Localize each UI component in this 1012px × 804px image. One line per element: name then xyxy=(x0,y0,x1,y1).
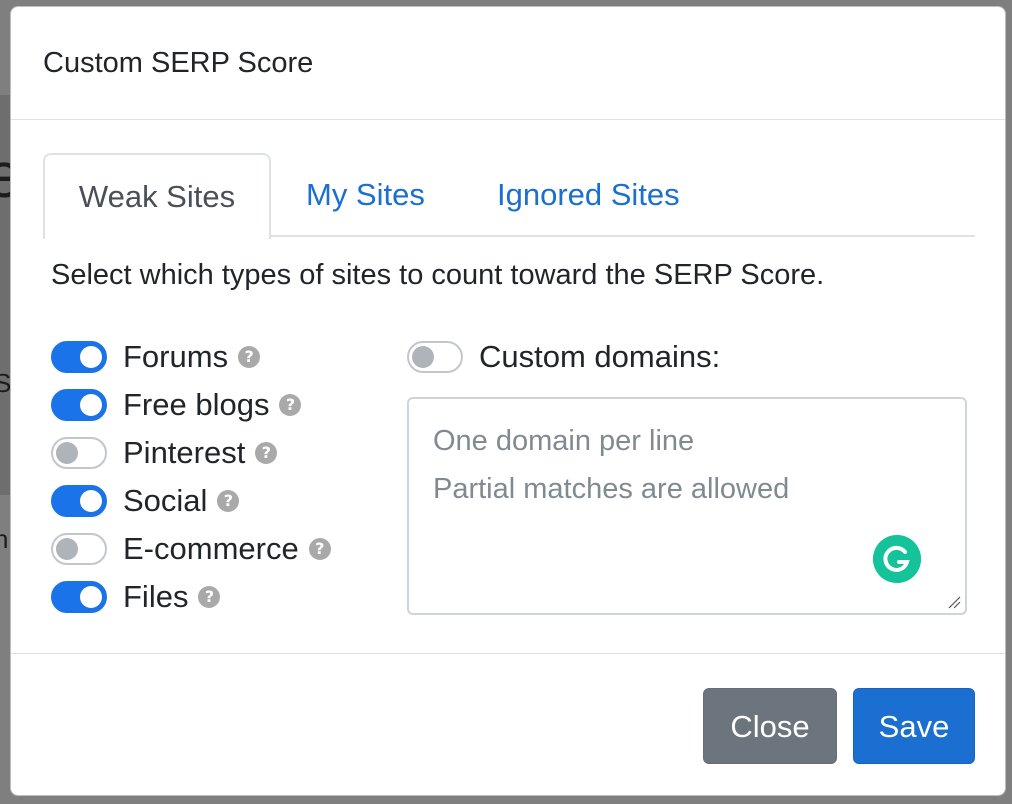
free-blogs-label: Free blogs xyxy=(123,387,270,422)
grammarly-icon[interactable] xyxy=(873,535,921,583)
toggle-knob xyxy=(80,346,102,368)
toggle-knob xyxy=(80,490,102,512)
forums-label: Forums xyxy=(123,339,229,374)
tab-ignored-sites[interactable]: Ignored Sites xyxy=(497,153,680,237)
toggle-knob xyxy=(56,442,78,464)
toggle-knob xyxy=(412,346,434,368)
e-commerce-label: E-commerce xyxy=(123,531,299,566)
toggle-knob xyxy=(56,538,78,560)
switch-row-social: Social ? xyxy=(51,481,240,521)
save-button[interactable]: Save xyxy=(853,688,975,764)
modal-title: Custom SERP Score xyxy=(43,47,314,79)
toggle-knob xyxy=(80,586,102,608)
question-circle-icon[interactable]: ? xyxy=(198,586,221,608)
social-label: Social xyxy=(123,483,208,518)
grammarly-g-icon xyxy=(873,535,921,583)
pinterest-label: Pinterest xyxy=(123,435,246,470)
switch-row-files: Files ? xyxy=(51,577,221,617)
tab-description: Select which types of sites to count tow… xyxy=(51,259,825,291)
switch-row-custom-domains: Custom domains: xyxy=(407,337,720,377)
tab-weak-sites[interactable]: Weak Sites xyxy=(43,153,271,239)
tab-bar: Weak Sites My Sites Ignored Sites xyxy=(43,153,975,239)
tab-my-sites[interactable]: My Sites xyxy=(306,153,425,237)
forums-toggle[interactable] xyxy=(51,341,107,373)
pinterest-toggle[interactable] xyxy=(51,437,107,469)
e-commerce-toggle[interactable] xyxy=(51,533,107,565)
question-circle-icon[interactable]: ? xyxy=(279,394,302,416)
switch-row-forums: Forums ? xyxy=(51,337,261,377)
question-circle-icon[interactable]: ? xyxy=(255,442,278,464)
social-toggle[interactable] xyxy=(51,485,107,517)
switch-row-e-commerce: E-commerce ? xyxy=(51,529,331,569)
custom-domains-textarea[interactable]: One domain per line Partial matches are … xyxy=(407,397,967,615)
switch-row-free-blogs: Free blogs ? xyxy=(51,385,302,425)
close-button[interactable]: Close xyxy=(703,688,837,764)
question-circle-icon[interactable]: ? xyxy=(217,490,240,512)
modal-footer: Close Save xyxy=(11,653,1005,795)
textarea-placeholder-line: Partial matches are allowed xyxy=(433,473,790,505)
custom-serp-score-modal: Custom SERP Score Weak Sites My Sites Ig… xyxy=(10,6,1006,796)
resize-handle-icon[interactable] xyxy=(947,595,961,609)
textarea-placeholder-line: One domain per line xyxy=(433,425,695,457)
question-circle-icon[interactable]: ? xyxy=(238,346,261,368)
switch-row-pinterest: Pinterest ? xyxy=(51,433,278,473)
files-toggle[interactable] xyxy=(51,581,107,613)
files-label: Files xyxy=(123,579,189,614)
modal-header: Custom SERP Score xyxy=(11,7,1005,120)
free-blogs-toggle[interactable] xyxy=(51,389,107,421)
custom-domains-toggle[interactable] xyxy=(407,341,463,373)
custom-domains-label: Custom domains: xyxy=(479,339,721,374)
backdrop-glyph: n xyxy=(0,524,9,554)
question-circle-icon[interactable]: ? xyxy=(308,538,331,560)
toggle-knob xyxy=(80,394,102,416)
